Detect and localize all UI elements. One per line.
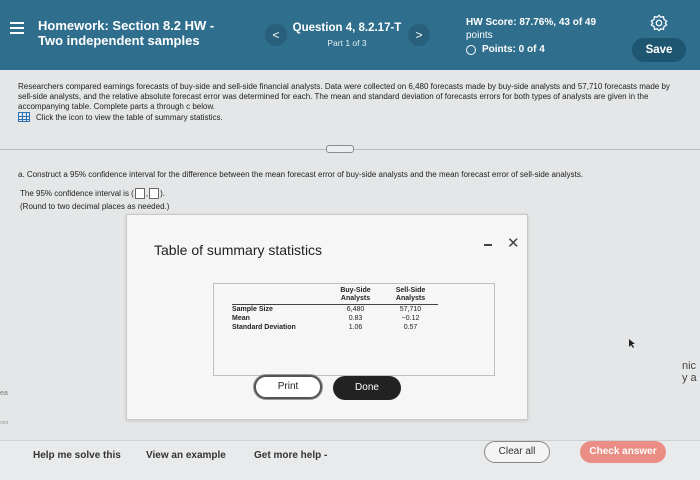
buy-side-value: 0.83 <box>348 315 363 322</box>
modal-title: Table of summary statistics <box>154 242 323 258</box>
right-edge-line2: y a <box>682 372 697 384</box>
expand-handle[interactable] <box>326 145 354 153</box>
column-header-sell-side: Sell-Side Analysts <box>383 287 438 305</box>
row-label: Sample Size <box>232 306 273 313</box>
homework-title-line1: Homework: Section 8.2 HW - <box>38 18 215 33</box>
confidence-interval-line: The 95% confidence interval is ( , ). <box>20 188 165 199</box>
question-part: Part 1 of 3 <box>327 38 367 48</box>
table-header-blank <box>232 287 328 305</box>
cursor-icon <box>629 339 635 348</box>
minimize-icon[interactable] <box>484 244 492 246</box>
done-button[interactable]: Done <box>333 376 401 400</box>
view-example-link[interactable]: View an example <box>146 450 226 461</box>
ci-prefix: The 95% confidence interval is ( <box>20 189 134 198</box>
column-header-buy-line1: Buy-Side <box>340 287 371 294</box>
close-icon[interactable]: ✕ <box>507 234 520 252</box>
ci-comma: , <box>145 189 149 198</box>
ci-suffix: ). <box>160 189 165 198</box>
menu-icon[interactable] <box>10 22 24 36</box>
summary-table-link-text: Click the icon to view the table of summ… <box>36 112 223 122</box>
column-header-buy-side: Buy-Side Analysts <box>328 287 383 305</box>
part-a-prompt: a. Construct a 95% confidence interval f… <box>18 170 584 179</box>
buy-side-value: 1.06 <box>348 324 363 331</box>
table-row: Standard Deviation 1.06 0.57 <box>232 323 438 332</box>
score-line1: HW Score: 87.76%, 43 of 49 <box>466 17 597 28</box>
summary-table-frame: Buy-Side Analysts Sell-Side Analysts Sam… <box>213 283 495 376</box>
clear-all-button[interactable]: Clear all <box>484 441 550 463</box>
column-header-sell-line1: Sell-Side <box>395 287 426 294</box>
sell-side-value: 0.57 <box>403 324 418 331</box>
summary-statistics-table: Buy-Side Analysts Sell-Side Analysts Sam… <box>232 287 438 332</box>
table-row: Mean 0.83 −0.12 <box>232 314 438 323</box>
left-edge-text: ea <box>0 390 8 397</box>
table-row: Sample Size 6,480 57,710 <box>232 305 438 315</box>
header-bar: Homework: Section 8.2 HW - Two independe… <box>0 0 700 70</box>
help-me-solve-link[interactable]: Help me solve this <box>33 450 121 461</box>
sell-side-value: −0.12 <box>401 315 420 322</box>
print-button[interactable]: Print <box>254 375 322 399</box>
column-header-buy-line2: Analysts <box>340 295 371 302</box>
sell-side-value: 57,710 <box>399 306 422 313</box>
buy-side-value: 6,480 <box>346 306 365 313</box>
right-edge-text: nic y a <box>682 360 697 384</box>
right-edge-line1: nic <box>682 360 697 372</box>
left-edge-text-2: omr <box>0 420 9 426</box>
summary-table-link[interactable]: Click the icon to view the table of summ… <box>18 112 223 122</box>
table-grid-icon[interactable] <box>18 112 30 122</box>
homework-title-line2: Two independent samples <box>38 33 200 48</box>
question-info: Question 4, 8.2.17-T Part 1 of 3 <box>292 22 402 48</box>
ci-upper-input[interactable] <box>149 188 160 199</box>
points-label: Points: 0 of 4 <box>482 44 545 55</box>
homework-title: Homework: Section 8.2 HW - Two independe… <box>38 18 214 48</box>
chevron-right-icon[interactable]: > <box>408 24 430 46</box>
ci-lower-input[interactable] <box>134 188 145 199</box>
summary-statistics-modal: Table of summary statistics ✕ Buy-Side A… <box>126 214 528 420</box>
save-button[interactable]: Save <box>632 38 686 62</box>
score-line2: points <box>466 30 493 41</box>
points-circle-icon <box>466 44 476 55</box>
gear-icon[interactable] <box>650 14 668 32</box>
column-header-sell-line2: Analysts <box>395 295 426 302</box>
row-label: Standard Deviation <box>232 324 296 331</box>
question-intro: Researchers compared earnings forecasts … <box>18 82 670 111</box>
check-answer-button[interactable]: Check answer <box>580 441 666 463</box>
points-status: Points: 0 of 4 <box>466 43 596 56</box>
hw-score: HW Score: 87.76%, 43 of 49 points Points… <box>466 16 596 56</box>
get-more-help-link[interactable]: Get more help - <box>254 450 327 461</box>
rounding-note: (Round to two decimal places as needed.) <box>20 202 170 211</box>
row-label: Mean <box>232 315 250 322</box>
chevron-left-icon[interactable]: < <box>265 24 287 46</box>
question-title: Question 4, 8.2.17-T <box>292 22 402 34</box>
